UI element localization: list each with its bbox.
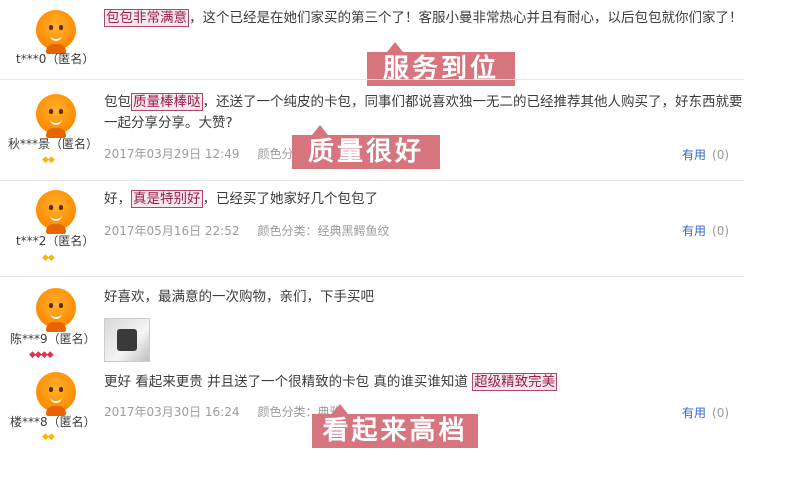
color-category: 颜色分类：经典黑鳄鱼纹: [257, 224, 390, 238]
user-avatar[interactable]: [36, 190, 76, 234]
diamond-level-icon: ◆◆: [42, 155, 55, 165]
review-highlight: 超级精致完美: [472, 373, 558, 391]
review-text-pre: 包包: [104, 94, 131, 110]
callout-banner-upscale: 看起来高档: [312, 404, 478, 448]
review-photo-thumbnail[interactable]: [104, 318, 150, 362]
user-avatar[interactable]: [36, 372, 76, 416]
reviewer-name: t***0（匿名）: [16, 52, 95, 66]
diamond-level-icon: ◆◆: [42, 432, 55, 442]
review-date: 2017年05月16日 22:52: [104, 224, 240, 238]
review-meta: 2017年05月16日 22:52 颜色分类：经典黑鳄鱼纹: [104, 222, 390, 239]
review-text: 好喜欢，最满意的一次购物，亲们，下手买吧: [104, 287, 744, 308]
useful-button[interactable]: 有用: [682, 224, 706, 238]
review-text-pre: 好，: [104, 191, 131, 207]
review-highlight: 真是特别好: [131, 190, 203, 208]
review-meta: 2017年03月30日 16:24 颜色分类：典雅: [104, 403, 342, 420]
review-date: 2017年03月29日 12:49: [104, 147, 240, 161]
useful-button[interactable]: 有用: [682, 406, 706, 420]
review-meta: 2017年03月29日 12:49 颜色分类: [104, 145, 306, 162]
review-text-pre: 好喜欢，最满意的一次购物，亲们，下手买吧: [104, 289, 374, 305]
useful-vote[interactable]: 有用 (0): [682, 404, 729, 421]
callout-banner-quality: 质量很好: [292, 125, 440, 169]
useful-count: (0): [712, 148, 730, 162]
useful-button[interactable]: 有用: [682, 148, 706, 162]
user-avatar[interactable]: [36, 10, 76, 54]
review-text: 更好 看起来更贵 并且送了一个很精致的卡包 真的谁买谁知道 超级精致完美: [104, 372, 744, 393]
reviewer-name: 楼***8（匿名）: [10, 415, 96, 429]
user-avatar[interactable]: [36, 288, 76, 332]
review-date: 2017年03月30日 16:24: [104, 405, 240, 419]
review-text: 包包非常满意 ，这个已经是在她们家买的第三个了！客服小曼非常热心并且有耐心，以后包…: [104, 8, 744, 29]
divider: [0, 180, 744, 181]
useful-count: (0): [712, 224, 730, 238]
user-avatar[interactable]: [36, 94, 76, 138]
review-text-post: ，这个已经是在她们家买的第三个了！客服小曼非常热心并且有耐心，以后包包就你们家了…: [189, 10, 743, 26]
divider: [0, 276, 744, 277]
review-text-post: ，已经买了她家好几个包包了: [202, 191, 379, 207]
review-text-pre: 更好 看起来更贵 并且送了一个很精致的卡包 真的谁买谁知道: [104, 374, 473, 390]
diamond-level-icon: ◆◆: [42, 253, 55, 263]
useful-vote[interactable]: 有用 (0): [682, 222, 729, 239]
diamond-level-icon: ◆◆◆◆: [29, 350, 54, 360]
review-text: 包包 质量棒棒哒 ，还送了一个纯皮的卡包，同事们都说喜欢独一无二的已经推荐其他人购买…: [104, 92, 744, 134]
review-text: 好， 真是特别好 ，已经买了她家好几个包包了: [104, 189, 744, 210]
reviewer-name: t***2（匿名）: [16, 234, 95, 248]
review-highlight: 质量棒棒哒: [131, 93, 203, 111]
useful-count: (0): [712, 406, 730, 420]
reviewer-name: 陈***9（匿名）: [10, 332, 96, 346]
review-highlight: 包包非常满意: [104, 9, 189, 27]
callout-banner-service: 服务到位: [367, 42, 515, 86]
reviewer-name: 秋***景（匿名）: [8, 137, 99, 151]
useful-vote[interactable]: 有用 (0): [682, 146, 729, 163]
divider: [0, 79, 744, 80]
